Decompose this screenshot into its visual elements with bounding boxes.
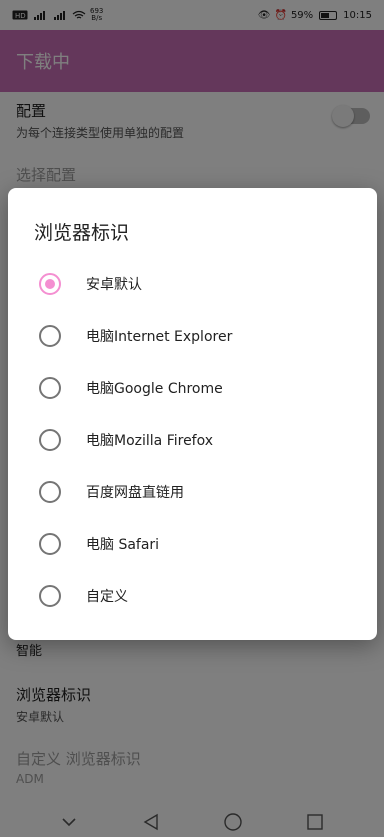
- option-custom[interactable]: 自定义: [8, 570, 377, 622]
- option-pc-firefox[interactable]: 电脑Mozilla Firefox: [8, 414, 377, 466]
- radio-unselected[interactable]: [39, 533, 61, 555]
- radio-dot: [45, 279, 55, 289]
- option-pc-chrome[interactable]: 电脑Google Chrome: [8, 362, 377, 414]
- option-label: 百度网盘直链用: [86, 485, 184, 501]
- dialog-title: 浏览器标识: [34, 222, 130, 244]
- radio-unselected[interactable]: [39, 325, 61, 347]
- radio-unselected[interactable]: [39, 377, 61, 399]
- option-pc-ie[interactable]: 电脑Internet Explorer: [8, 310, 377, 362]
- browser-id-dialog: 浏览器标识 安卓默认 电脑Internet Explorer 电脑Google …: [8, 188, 377, 640]
- option-label: 电脑 Safari: [86, 537, 160, 553]
- radio-unselected[interactable]: [39, 481, 61, 503]
- option-label: 电脑Internet Explorer: [86, 329, 233, 345]
- option-label: 电脑Google Chrome: [86, 381, 223, 397]
- radio-selected[interactable]: [39, 273, 61, 295]
- option-label: 自定义: [86, 589, 128, 605]
- option-label: 安卓默认: [86, 277, 142, 293]
- option-label: 电脑Mozilla Firefox: [86, 433, 214, 449]
- radio-unselected[interactable]: [39, 585, 61, 607]
- radio-unselected[interactable]: [39, 429, 61, 451]
- option-android-default[interactable]: 安卓默认: [8, 258, 377, 310]
- option-baidu-pan[interactable]: 百度网盘直链用: [8, 466, 377, 518]
- option-pc-safari[interactable]: 电脑 Safari: [8, 518, 377, 570]
